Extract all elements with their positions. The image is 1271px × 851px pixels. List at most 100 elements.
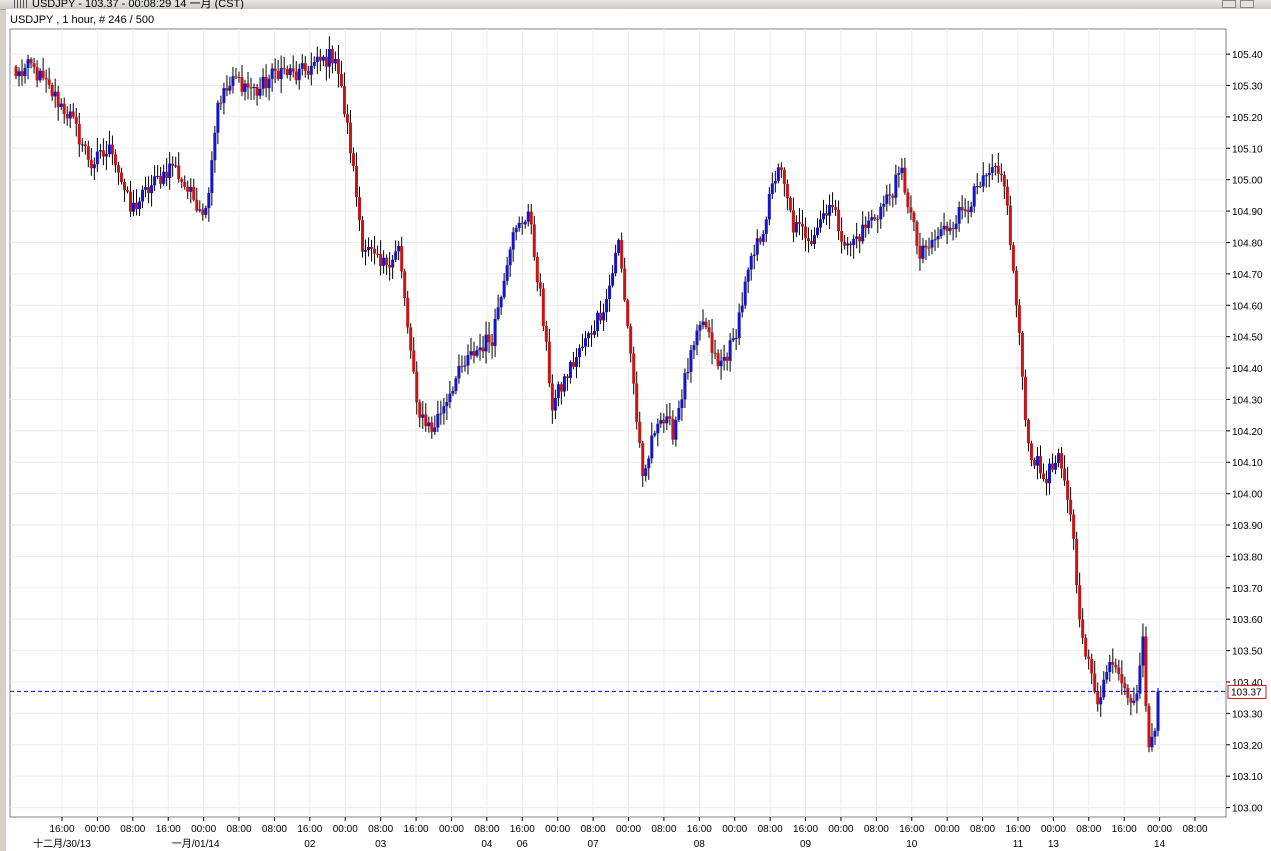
candle-body-up bbox=[189, 187, 193, 192]
candle-body-down bbox=[135, 202, 139, 210]
candle-body-down bbox=[858, 236, 862, 242]
candle-body-up bbox=[867, 220, 871, 228]
candle-body-up bbox=[1135, 693, 1139, 701]
candle-body-down bbox=[41, 70, 45, 78]
candle-body-down bbox=[388, 264, 392, 268]
candle-body-up bbox=[1057, 453, 1061, 463]
candle-body-down bbox=[620, 240, 624, 269]
candle-body-down bbox=[1017, 305, 1021, 333]
x-tick-label: 08:00 bbox=[1076, 824, 1101, 835]
candle-body-down bbox=[186, 186, 190, 192]
candle-body-up bbox=[972, 186, 976, 207]
candle-body-down bbox=[571, 362, 575, 367]
candle-body-up bbox=[1138, 665, 1142, 694]
candle-body-up bbox=[1108, 662, 1112, 672]
candle-body-up bbox=[433, 427, 437, 432]
candle-body-down bbox=[999, 173, 1003, 175]
candle-body-down bbox=[1087, 656, 1091, 659]
x-tick-label: 08:00 bbox=[864, 824, 889, 835]
candle-body-down bbox=[65, 114, 69, 119]
candle-body-down bbox=[541, 288, 545, 327]
candle-body-down bbox=[430, 422, 434, 432]
candle-body-up bbox=[894, 174, 898, 198]
candle-body-down bbox=[125, 190, 129, 192]
candle-body-up bbox=[327, 49, 331, 67]
y-tick-label: 105.10 bbox=[1232, 144, 1263, 155]
candle-body-down bbox=[924, 245, 928, 248]
candle-body-down bbox=[629, 326, 633, 354]
candle-body-up bbox=[580, 346, 584, 349]
y-tick-label: 105.00 bbox=[1232, 176, 1263, 187]
candle-body-down bbox=[273, 68, 277, 71]
candle-body-up bbox=[92, 164, 96, 169]
candle-body-down bbox=[806, 238, 810, 242]
candle-body-down bbox=[641, 443, 645, 477]
candle-body-up bbox=[752, 254, 756, 256]
candle-body-up bbox=[132, 202, 136, 212]
candle-body-down bbox=[1029, 443, 1033, 460]
candle-body-up bbox=[680, 399, 684, 409]
candle-body-up bbox=[107, 144, 111, 155]
candle-body-down bbox=[903, 167, 907, 193]
candle-body-up bbox=[993, 165, 997, 168]
candle-body-up bbox=[647, 458, 651, 469]
candle-body-up bbox=[583, 338, 587, 347]
candle-body-down bbox=[843, 241, 847, 246]
candle-body-down bbox=[1038, 456, 1042, 474]
candle-body-up bbox=[719, 360, 723, 367]
candle-body-up bbox=[231, 76, 235, 86]
candle-body-up bbox=[505, 265, 509, 281]
candle-body-down bbox=[1126, 688, 1130, 698]
candle-body-up bbox=[68, 111, 72, 119]
candle-body-down bbox=[544, 326, 548, 342]
candle-body-down bbox=[1093, 673, 1097, 692]
candle-body-up bbox=[942, 225, 946, 230]
candle-body-down bbox=[74, 116, 78, 124]
candle-body-up bbox=[1132, 700, 1136, 703]
candle-body-up bbox=[141, 189, 145, 202]
candle-body-up bbox=[689, 350, 693, 372]
candle-body-down bbox=[1069, 499, 1073, 515]
candle-body-down bbox=[324, 56, 328, 67]
candle-body-up bbox=[1054, 462, 1058, 470]
candle-body-up bbox=[454, 378, 458, 391]
y-tick-label: 105.20 bbox=[1232, 113, 1263, 124]
candle-body-up bbox=[421, 414, 425, 418]
candle-body-up bbox=[737, 312, 741, 339]
candle-body-down bbox=[1072, 514, 1076, 539]
x-tick-label: 08:00 bbox=[120, 824, 145, 835]
candle-body-down bbox=[782, 169, 786, 184]
candle-body-up bbox=[767, 193, 771, 220]
candle-body-up bbox=[463, 365, 467, 367]
maximize-button[interactable] bbox=[1240, 0, 1254, 8]
x-tick-label: 16:00 bbox=[687, 824, 712, 835]
candle-body-up bbox=[445, 402, 449, 407]
y-tick-label: 104.50 bbox=[1232, 333, 1263, 344]
candle-body-down bbox=[119, 172, 123, 183]
chart-window-icon bbox=[14, 0, 28, 8]
candle-body-down bbox=[978, 186, 982, 188]
candle-body-down bbox=[1084, 637, 1088, 657]
candle-body-up bbox=[743, 281, 747, 306]
candle-body-down bbox=[409, 327, 413, 351]
candle-body-up bbox=[1153, 730, 1157, 737]
y-tick-label: 105.30 bbox=[1232, 82, 1263, 93]
candle-body-down bbox=[376, 253, 380, 255]
candle-body-down bbox=[1075, 538, 1079, 586]
candle-body-down bbox=[535, 256, 539, 283]
candle-body-up bbox=[526, 211, 530, 222]
x-tick-label: 16:00 bbox=[404, 824, 429, 835]
candle-body-up bbox=[755, 238, 759, 255]
x-tick-label: 08:00 bbox=[758, 824, 783, 835]
plot-area bbox=[9, 28, 1227, 818]
candle-body-up bbox=[577, 348, 581, 358]
candle-body-up bbox=[987, 172, 991, 176]
candle-body-down bbox=[379, 254, 383, 266]
candle-body-up bbox=[722, 356, 726, 361]
minimize-button[interactable] bbox=[1222, 0, 1236, 8]
candle-body-down bbox=[62, 103, 66, 115]
candle-body-down bbox=[1014, 270, 1018, 306]
candle-body-up bbox=[936, 236, 940, 240]
candle-body-up bbox=[614, 252, 618, 274]
candle-body-down bbox=[1090, 658, 1094, 674]
